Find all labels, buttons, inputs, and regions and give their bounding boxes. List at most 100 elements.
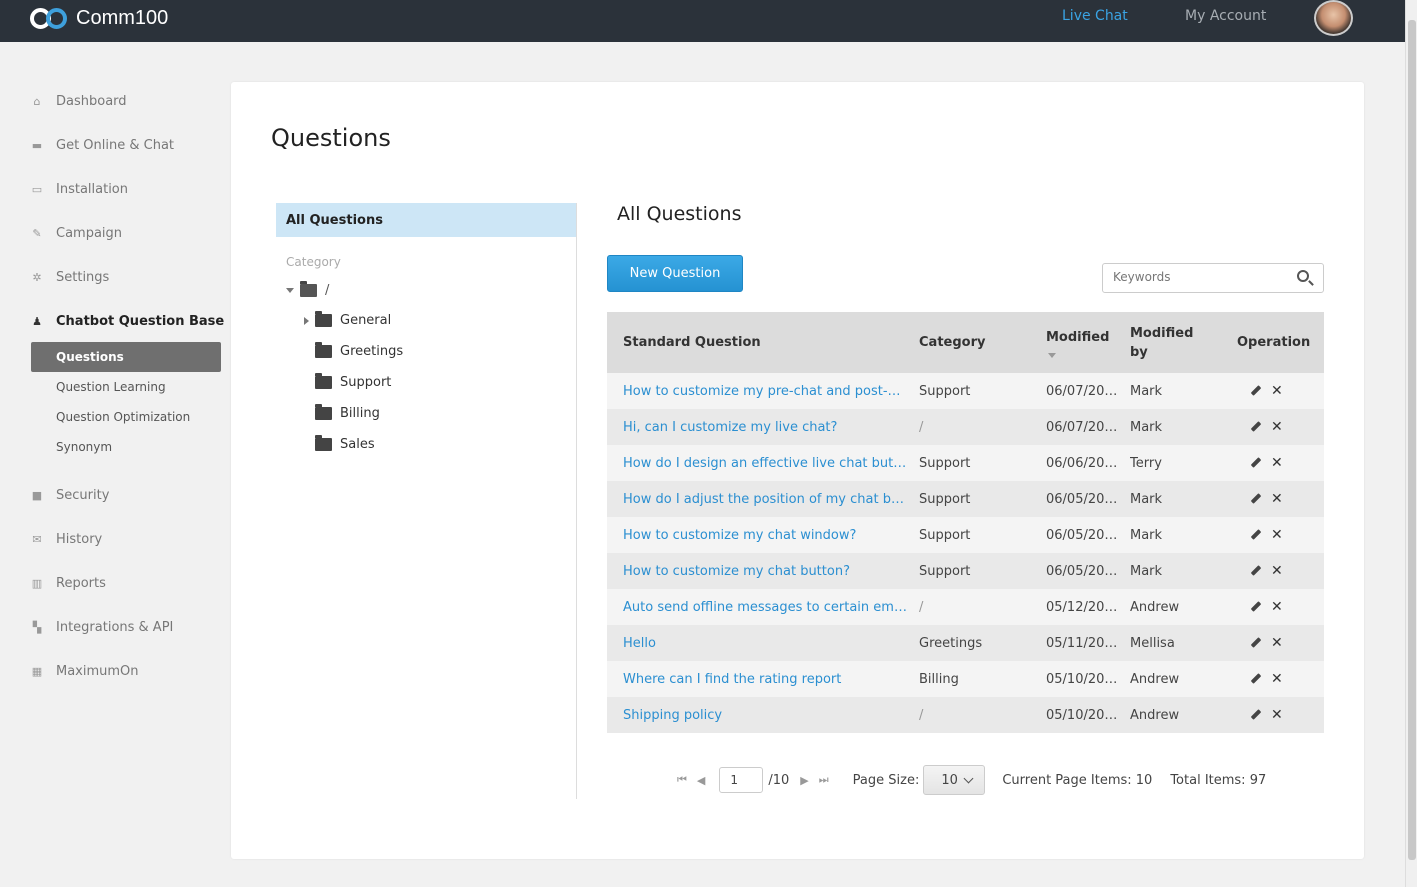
nav-my-account[interactable]: My Account — [1185, 8, 1266, 24]
folder-open-icon — [300, 281, 317, 297]
sidebar-subitem-question-optimization[interactable]: Question Optimization — [31, 402, 221, 432]
page-size-select[interactable]: 10 — [923, 765, 986, 795]
edit-icon[interactable] — [1250, 529, 1262, 541]
last-page-icon[interactable]: ⏭ — [819, 773, 829, 787]
question-modified-by: Mark — [1130, 383, 1163, 399]
delete-icon[interactable]: ✕ — [1271, 492, 1283, 506]
page-size-label: Page Size: — [852, 772, 920, 788]
delete-icon[interactable]: ✕ — [1271, 708, 1283, 722]
question-category: Support — [919, 455, 971, 471]
next-page-icon[interactable]: ▶ — [800, 774, 808, 787]
table-row: How do I design an effective live chat b… — [607, 445, 1324, 481]
sidebar-item-maximumon[interactable]: ▦ MaximumOn — [30, 661, 139, 681]
gear-icon: ✲ — [32, 270, 42, 284]
sidebar-item-get-online-chat[interactable]: ▬ Get Online & Chat — [30, 135, 174, 155]
sidebar-item-dashboard[interactable]: ⌂ Dashboard — [30, 91, 127, 111]
tree-node-greetings[interactable]: Greetings — [315, 342, 403, 359]
delete-icon[interactable]: ✕ — [1271, 456, 1283, 470]
question-modified-by: Mark — [1130, 419, 1163, 435]
sidebar-item-security[interactable]: ■ Security — [30, 485, 110, 505]
edit-icon[interactable] — [1250, 457, 1262, 469]
tree-root[interactable]: / — [286, 281, 329, 298]
question-link[interactable]: How do I design an effective live chat b… — [623, 445, 907, 481]
tree-node-billing[interactable]: Billing — [315, 404, 380, 421]
question-modified-text: 06/07/2019 — [1046, 383, 1118, 399]
search-input[interactable] — [1113, 270, 1283, 284]
col-modified-by[interactable]: Modified by — [1130, 312, 1193, 373]
nav-live-chat[interactable]: Live Chat — [1062, 8, 1128, 24]
table-row: How to customize my chat window? Support 0… — [607, 517, 1324, 553]
question-modified-by: Andrew — [1130, 671, 1180, 687]
col-category[interactable]: Category — [919, 312, 985, 373]
question-link[interactable]: Auto send offline messages to certain em… — [623, 589, 907, 625]
edit-icon[interactable] — [1250, 601, 1262, 613]
delete-icon[interactable]: ✕ — [1271, 528, 1283, 542]
avatar[interactable] — [1314, 0, 1353, 36]
folder-icon — [315, 435, 332, 451]
question-text: How to customize my pre-chat and post-ch… — [623, 383, 907, 399]
question-link[interactable]: Shipping policy — [623, 697, 907, 733]
row-operations: ✕ — [1250, 661, 1310, 697]
caret-down-icon[interactable] — [286, 288, 294, 293]
page-scrollbar[interactable] — [1405, 0, 1417, 887]
sidebar-item-settings[interactable]: ✲ Settings — [30, 267, 109, 287]
page-number-input[interactable]: 1 — [719, 767, 764, 793]
search-icon[interactable] — [1297, 270, 1309, 282]
bar-chart-icon: ▥ — [31, 576, 43, 590]
sidebar-item-label: Integrations & API — [56, 619, 174, 635]
tree-node-support[interactable]: Support — [315, 373, 391, 390]
sidebar-subitem-questions[interactable]: Questions — [31, 342, 221, 372]
row-operations: ✕ — [1250, 409, 1310, 445]
sidebar-subitem-synonym[interactable]: Synonym — [31, 432, 221, 462]
sidebar-item-integrations-api[interactable]: ▚ Integrations & API — [30, 617, 174, 637]
sidebar-subitem-question-learning[interactable]: Question Learning — [31, 372, 221, 402]
caret-right-icon[interactable] — [304, 316, 309, 325]
col-standard-question[interactable]: Standard Question — [623, 312, 761, 373]
sidebar-item-chatbot-question-base[interactable]: ♟ Chatbot Question Base — [30, 311, 224, 331]
question-link[interactable]: How to customize my chat window? — [623, 517, 907, 553]
question-link[interactable]: How do I adjust the position of my chat … — [623, 481, 907, 517]
row-operations: ✕ — [1250, 589, 1310, 625]
question-link[interactable]: How to customize my pre-chat and post-ch… — [623, 373, 907, 409]
delete-icon[interactable]: ✕ — [1271, 420, 1283, 434]
tree-all-questions[interactable]: All Questions — [276, 203, 576, 237]
delete-icon[interactable]: ✕ — [1271, 564, 1283, 578]
question-modified-text: 05/12/2019 — [1046, 599, 1118, 615]
question-link[interactable]: Where can I find the rating report — [623, 661, 907, 697]
edit-icon[interactable] — [1250, 493, 1262, 505]
pagination: ⏮ ◀ 1 /10 ▶ ⏭ Page Size: 10 Current Page… — [677, 765, 1266, 795]
edit-icon[interactable] — [1250, 637, 1262, 649]
edit-icon[interactable] — [1250, 709, 1262, 721]
question-link[interactable]: Hi, can I customize my live chat? — [623, 409, 907, 445]
table-row: Shipping policy / 05/10/2019 Andrew ✕ — [607, 697, 1324, 733]
sidebar-item-history[interactable]: ✉ History — [30, 529, 102, 549]
prev-page-icon[interactable]: ◀ — [697, 774, 705, 787]
comm100-logo[interactable]: Comm100 — [30, 5, 168, 31]
sidebar-item-installation[interactable]: ▭ Installation — [30, 179, 128, 199]
sidebar-item-campaign[interactable]: ✎ Campaign — [30, 223, 122, 243]
delete-icon[interactable]: ✕ — [1271, 636, 1283, 650]
sidebar-item-label: Campaign — [56, 225, 123, 241]
col-modified[interactable]: Modified — [1046, 312, 1109, 373]
edit-icon[interactable] — [1250, 673, 1262, 685]
sidebar-item-label: Installation — [56, 181, 129, 197]
panel-title: All Questions — [617, 203, 742, 225]
new-question-button[interactable]: New Question — [607, 255, 743, 292]
question-link[interactable]: How to customize my chat button? — [623, 553, 907, 589]
sidebar-item-label: Get Online & Chat — [56, 137, 175, 153]
delete-icon[interactable]: ✕ — [1271, 600, 1283, 614]
question-modified-by: Andrew — [1130, 599, 1180, 615]
delete-icon[interactable]: ✕ — [1271, 384, 1283, 398]
first-page-icon[interactable]: ⏮ — [677, 773, 687, 787]
tree-node-general[interactable]: General — [304, 311, 391, 328]
tree-node-sales[interactable]: Sales — [315, 435, 375, 452]
edit-icon[interactable] — [1250, 421, 1262, 433]
question-modified-text: 06/05/2019 — [1046, 527, 1118, 543]
question-link[interactable]: Hello — [623, 625, 907, 661]
sidebar-item-reports[interactable]: ▥ Reports — [30, 573, 106, 593]
edit-icon[interactable] — [1250, 565, 1262, 577]
scrollbar-thumb[interactable] — [1408, 20, 1416, 860]
delete-icon[interactable]: ✕ — [1271, 672, 1283, 686]
table-row: Auto send offline messages to certain em… — [607, 589, 1324, 625]
edit-icon[interactable] — [1250, 385, 1262, 397]
